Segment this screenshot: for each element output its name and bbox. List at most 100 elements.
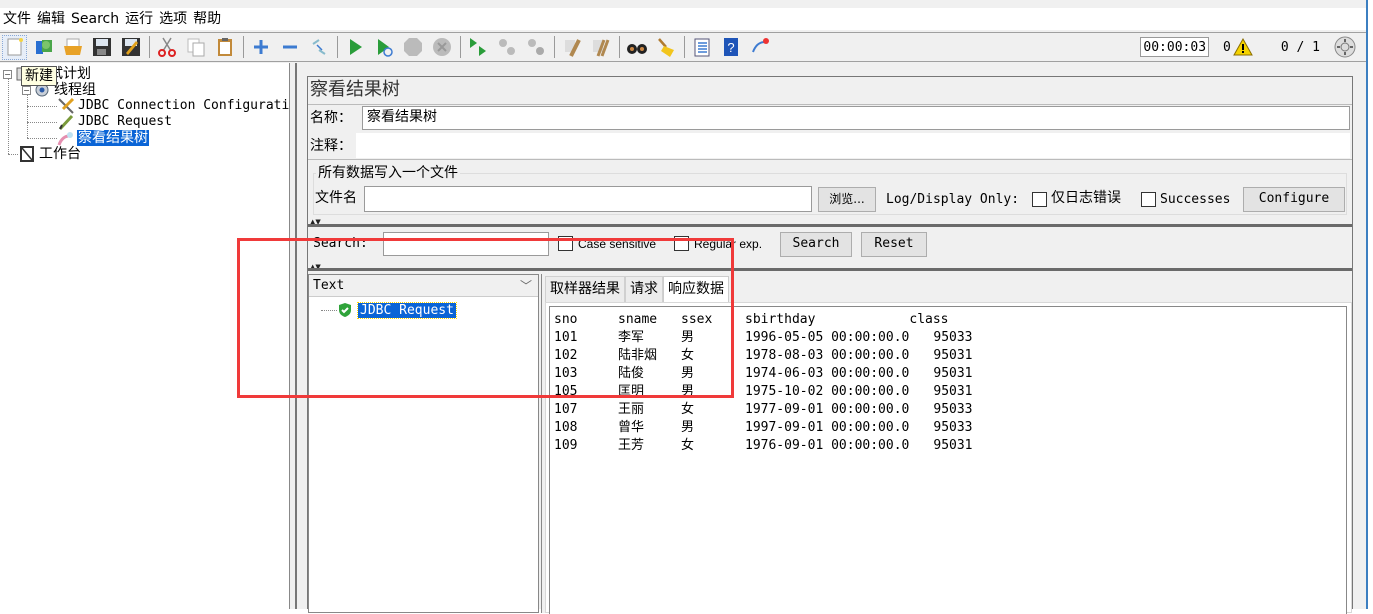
- reset-button[interactable]: Reset: [861, 232, 927, 257]
- remote-start-button[interactable]: [465, 35, 490, 60]
- function-helper-button[interactable]: [689, 35, 714, 60]
- copy-button[interactable]: [183, 35, 208, 60]
- reset-search-button[interactable]: [653, 35, 678, 60]
- elapsed-timer: 00:00:03: [1140, 37, 1210, 57]
- toggle-button[interactable]: [306, 35, 331, 60]
- table-cell: 108: [554, 420, 578, 435]
- listener-icon: [57, 129, 75, 147]
- search-button[interactable]: [624, 35, 649, 60]
- expand-all-button[interactable]: [248, 35, 273, 60]
- regex-checkbox[interactable]: [674, 236, 689, 251]
- successes-checkbox[interactable]: [1141, 192, 1156, 207]
- paste-button[interactable]: [212, 35, 237, 60]
- toolbar: ? 00:00:03 0 0 / 1: [0, 32, 1366, 62]
- remote-start-icon: [469, 38, 486, 56]
- browse-button[interactable]: 浏览...: [818, 187, 876, 212]
- tree-splitter[interactable]: [291, 63, 297, 609]
- result-item[interactable]: JDBC Request: [337, 301, 457, 319]
- table-cell: 男: [681, 366, 695, 381]
- toolbar-separator: [554, 36, 555, 58]
- remote-shutdown-button[interactable]: [523, 35, 548, 60]
- save-icon: [92, 38, 111, 56]
- search-submit-button[interactable]: Search: [780, 232, 852, 257]
- templates-button[interactable]: [31, 35, 56, 60]
- table-cell: 103: [554, 366, 578, 381]
- templates-icon: [35, 40, 52, 54]
- menu-help[interactable]: 帮助: [190, 8, 224, 30]
- new-button[interactable]: [2, 34, 27, 60]
- toolbar-separator: [337, 36, 338, 58]
- menu-file[interactable]: 文件: [0, 8, 34, 30]
- configure-button[interactable]: Configure: [1243, 187, 1345, 212]
- table-cell: 陆非烟: [618, 348, 658, 363]
- regex-label: Regular exp.: [694, 237, 763, 251]
- clear-button[interactable]: [559, 35, 584, 60]
- name-comment-section: 名称： 察看结果树 注释：: [308, 104, 1352, 160]
- table-cell: 1978-08-03 00:00:00.0: [745, 348, 910, 363]
- collapse-all-button[interactable]: [277, 35, 302, 60]
- collapse-toggle-icon[interactable]: −: [3, 69, 12, 79]
- tree-node-jdbc-request[interactable]: JDBC Request: [57, 114, 173, 131]
- log-viewer-icon: [751, 38, 769, 53]
- errors-only-checkbox[interactable]: [1032, 192, 1047, 207]
- menu-run[interactable]: 运行: [122, 8, 156, 30]
- name-field[interactable]: 察看结果树: [362, 106, 1350, 130]
- clear-all-button[interactable]: [588, 35, 613, 60]
- reset-search-icon: [657, 38, 674, 57]
- status-area: 00:00:03 0 0 / 1: [1140, 36, 1356, 58]
- warning-icon[interactable]: [1233, 38, 1253, 56]
- jmeter-window: 文件 编辑 Search 运行 选项 帮助 ? 00:00:03 0 0 / 1…: [0, 0, 1366, 614]
- window-edge: [1366, 0, 1373, 609]
- collapse-toggle-icon[interactable]: −: [22, 85, 31, 95]
- response-text-area[interactable]: sno sname ssex sbirthday class 101 李军男 199…: [549, 306, 1347, 614]
- save-as-icon: [121, 38, 140, 56]
- menu-edit[interactable]: 编辑: [34, 8, 68, 30]
- tree-node-workbench[interactable]: 工作台: [18, 146, 82, 162]
- start-button[interactable]: [342, 35, 367, 60]
- tab-response-data[interactable]: 响应数据: [663, 276, 729, 302]
- toolbar-separator: [149, 36, 150, 58]
- active-threads-count: 0 / 1: [1280, 39, 1320, 55]
- cut-button[interactable]: [154, 35, 179, 60]
- table-row: 105 匡明 男 1975-10-02 00:00:00.0 95031: [554, 383, 973, 401]
- menu-search[interactable]: Search: [68, 8, 122, 30]
- tree-node-view-results-tree[interactable]: 察看结果树: [57, 130, 149, 146]
- log-display-only-label: Log/Display Only:: [886, 192, 1020, 207]
- open-button[interactable]: [60, 35, 85, 60]
- remote-stop-button[interactable]: [494, 35, 519, 60]
- help-button[interactable]: ?: [718, 35, 743, 60]
- table-cell: 王丽: [618, 402, 645, 417]
- save-button[interactable]: [89, 35, 114, 60]
- table-cell: 曾华: [618, 420, 645, 435]
- filename-field[interactable]: [364, 186, 812, 212]
- tree-node-jdbc-connection-config[interactable]: JDBC Connection Configurati: [57, 97, 290, 114]
- renderer-select[interactable]: Text ﹀: [309, 275, 538, 297]
- toolbar-separator: [684, 36, 685, 58]
- tab-request[interactable]: 请求: [625, 276, 663, 302]
- shutdown-button[interactable]: [429, 35, 454, 60]
- write-to-file-legend: 所有数据写入一个文件: [316, 164, 460, 182]
- table-cell: 1997-09-01 00:00:00.0: [745, 420, 910, 435]
- clear-all-icon: [592, 39, 609, 57]
- menu-options[interactable]: 选项: [156, 8, 190, 30]
- new-icon: [7, 38, 23, 56]
- new-tooltip: 新建: [21, 66, 57, 86]
- tree-line: [27, 91, 28, 138]
- table-cell: 95033: [933, 420, 973, 435]
- comment-field[interactable]: [356, 133, 1350, 158]
- case-sensitive-label: Case sensitive: [578, 237, 657, 251]
- start-no-pauses-button[interactable]: [371, 35, 396, 60]
- case-sensitive-checkbox[interactable]: [558, 236, 573, 251]
- comment-label: 注释：: [310, 138, 352, 154]
- test-plan-tree: − 测试计划 − 线程组 JDBC Connection Configurati…: [0, 63, 290, 609]
- stop-button[interactable]: [400, 35, 425, 60]
- tab-sampler-result[interactable]: 取样器结果: [545, 276, 625, 302]
- column-header: sbirthday: [745, 312, 816, 327]
- save-as-button[interactable]: [118, 35, 143, 60]
- table-cell: 1974-06-03 00:00:00.0: [745, 366, 910, 381]
- filename-label: 文件名: [315, 190, 357, 206]
- log-viewer-button[interactable]: [747, 35, 772, 60]
- table-cell: 1975-10-02 00:00:00.0: [745, 384, 910, 399]
- cut-icon: [157, 37, 176, 57]
- search-input[interactable]: [383, 232, 549, 256]
